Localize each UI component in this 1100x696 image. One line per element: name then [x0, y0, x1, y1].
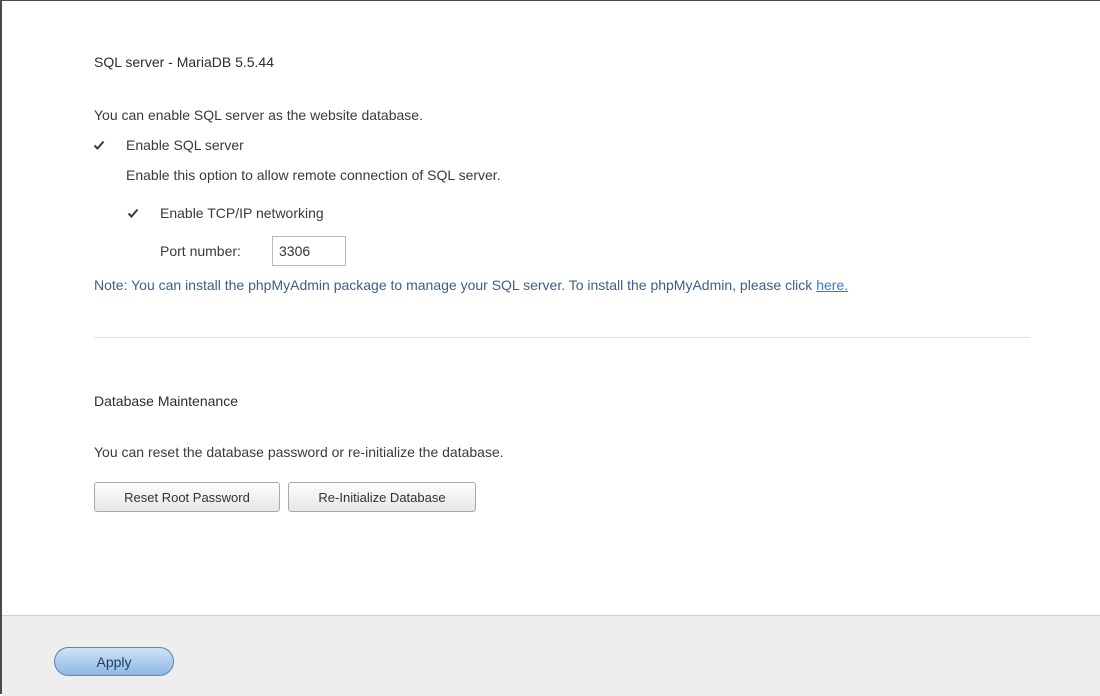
- footer-bar: Apply: [2, 615, 1100, 696]
- checkmark-icon: [127, 208, 139, 218]
- maintenance-description: You can reset the database password or r…: [94, 444, 504, 460]
- sql-section-title: SQL server - MariaDB 5.5.44: [94, 54, 274, 70]
- phpmyadmin-note: Note: You can install the phpMyAdmin pac…: [94, 277, 848, 293]
- enable-sql-checkbox[interactable]: [93, 139, 105, 151]
- enable-sql-hint: Enable this option to allow remote conne…: [126, 167, 501, 183]
- checkmark-icon: [93, 140, 105, 150]
- apply-button[interactable]: Apply: [54, 647, 174, 676]
- note-text: Note: You can install the phpMyAdmin pac…: [94, 277, 817, 293]
- section-divider: [94, 337, 1030, 338]
- enable-tcp-label[interactable]: Enable TCP/IP networking: [160, 205, 324, 221]
- port-number-label: Port number:: [160, 243, 241, 259]
- settings-panel: SQL server - MariaDB 5.5.44 You can enab…: [2, 1, 1100, 615]
- port-number-input[interactable]: [272, 236, 346, 266]
- install-phpmyadmin-link[interactable]: here.: [816, 277, 848, 293]
- enable-tcp-checkbox[interactable]: [127, 207, 139, 219]
- enable-sql-label[interactable]: Enable SQL server: [126, 137, 244, 153]
- reinitialize-database-button[interactable]: Re-Initialize Database: [288, 482, 476, 512]
- reset-root-password-button[interactable]: Reset Root Password: [94, 482, 280, 512]
- maintenance-section-title: Database Maintenance: [94, 393, 238, 409]
- app-window: SQL server - MariaDB 5.5.44 You can enab…: [0, 0, 1100, 696]
- sql-description: You can enable SQL server as the website…: [94, 107, 423, 123]
